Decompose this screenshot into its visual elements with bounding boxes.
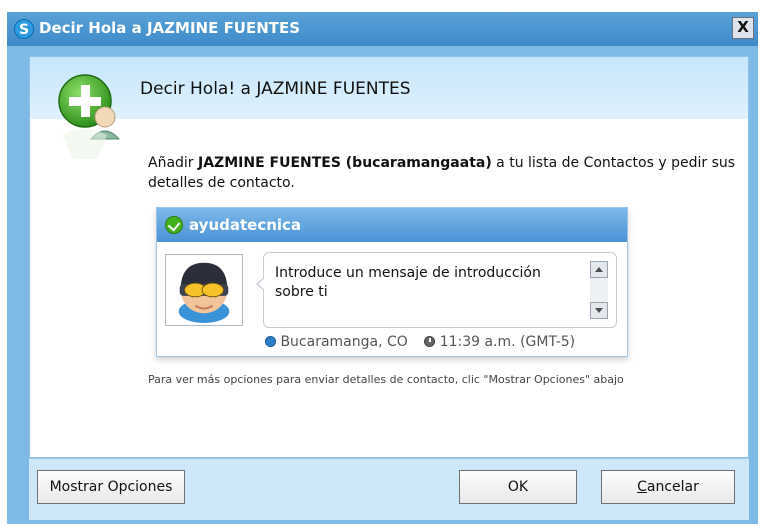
cancel-button[interactable]: Cancelar	[601, 470, 735, 504]
avatar	[165, 254, 243, 326]
intro-text: Añadir JAZMINE FUENTES (bucaramangaata) …	[148, 153, 738, 193]
dialog-window: S Decir Hola a JAZMINE FUENTES X Decir H…	[7, 12, 758, 524]
intro-contact-name: JAZMINE FUENTES (bucaramangaata)	[198, 155, 492, 171]
card-header: ayudatecnica	[157, 208, 627, 242]
dialog-content: Decir Hola! a JAZMINE FUENTES Añadir JAZ…	[29, 56, 749, 458]
location-row: Bucaramanga, CO 11:39 a.m. (GMT-5)	[265, 334, 617, 350]
location-text: Bucaramanga, CO	[280, 334, 408, 350]
message-scrollbar[interactable]	[590, 261, 608, 319]
window-title: Decir Hola a JAZMINE FUENTES	[39, 19, 301, 37]
skype-logo-icon: S	[14, 19, 34, 39]
clock-icon	[424, 336, 436, 347]
close-button[interactable]: X	[732, 17, 754, 39]
show-options-button[interactable]: Mostrar Opciones	[37, 470, 185, 504]
ok-button[interactable]: OK	[459, 470, 577, 504]
title-bar[interactable]: S Decir Hola a JAZMINE FUENTES X	[7, 12, 758, 46]
cancel-label-rest: ancelar	[646, 479, 699, 495]
cancel-accelerator: C	[637, 479, 647, 495]
intro-message-box[interactable]: Introduce un mensaje de introducción sob…	[256, 252, 617, 328]
avatar-icon	[178, 262, 230, 324]
intro-message-text[interactable]: Introduce un mensaje de introducción sob…	[275, 264, 571, 302]
local-time-text: 11:39 a.m. (GMT-5)	[439, 334, 576, 350]
header-band: Decir Hola! a JAZMINE FUENTES	[30, 57, 748, 119]
add-contact-icon	[58, 74, 121, 159]
intro-prefix: Añadir	[148, 155, 199, 171]
scroll-down-button[interactable]	[590, 302, 608, 319]
card-body: Introduce un mensaje de introducción sob…	[157, 242, 627, 356]
globe-icon	[265, 336, 276, 347]
card-username: ayudatecnica	[189, 216, 302, 234]
button-bar: Mostrar Opciones OK Cancelar	[29, 458, 749, 520]
hint-text: Para ver más opciones para enviar detall…	[148, 373, 624, 386]
dialog-heading: Decir Hola! a JAZMINE FUENTES	[140, 79, 411, 99]
online-status-icon	[165, 216, 183, 234]
scroll-up-button[interactable]	[590, 261, 608, 278]
bubble-tip-inner	[258, 278, 265, 290]
profile-card: ayudatecnica Introduce un mensaje de int…	[156, 207, 628, 357]
